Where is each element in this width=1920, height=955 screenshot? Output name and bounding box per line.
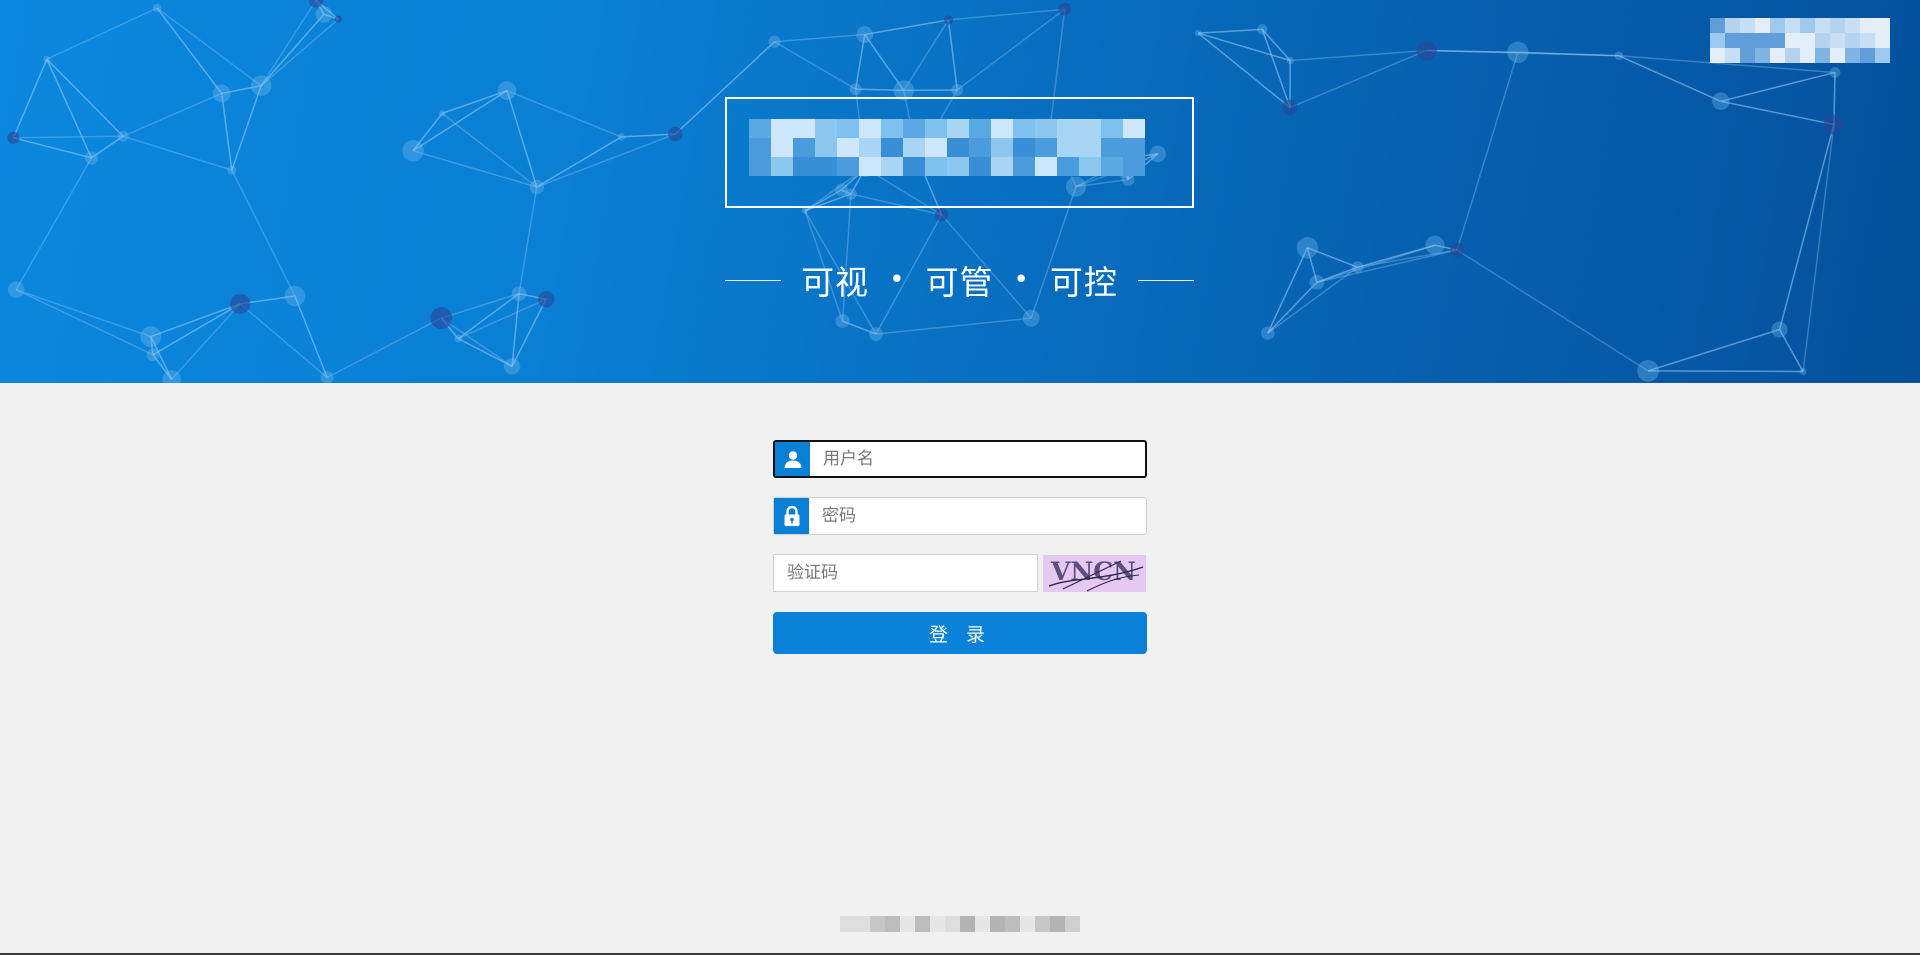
footer-text-redacted [840,916,1080,932]
captcha-field[interactable] [773,554,1038,592]
user-icon [775,442,810,476]
slogan-word-controllable: 可控 [1049,263,1118,302]
slogan-word-visible: 可视 [801,263,870,302]
password-input[interactable] [809,498,1146,534]
slogan-separator: • [1013,265,1030,295]
captcha-input[interactable] [774,555,1037,591]
logo-redacted [749,119,1145,176]
captcha-image[interactable]: VNCN [1043,555,1146,592]
password-field[interactable] [773,497,1147,535]
header-banner: 可视 • 可管 • 可控 [0,0,1920,383]
slogan-left-rule [725,279,781,281]
login-button[interactable]: 登 录 [773,612,1147,654]
slogan-separator: • [889,265,906,295]
username-input[interactable] [810,442,1145,476]
logo-frame [725,97,1194,208]
username-field[interactable] [773,440,1147,478]
slogan: 可视 • 可管 • 可控 [725,255,1194,305]
slogan-right-rule [1137,279,1194,281]
corner-logo-redacted [1710,18,1890,63]
slogan-word-manageable: 可管 [925,263,994,302]
lock-icon [774,498,809,534]
captcha-noise-lines [1048,560,1144,592]
